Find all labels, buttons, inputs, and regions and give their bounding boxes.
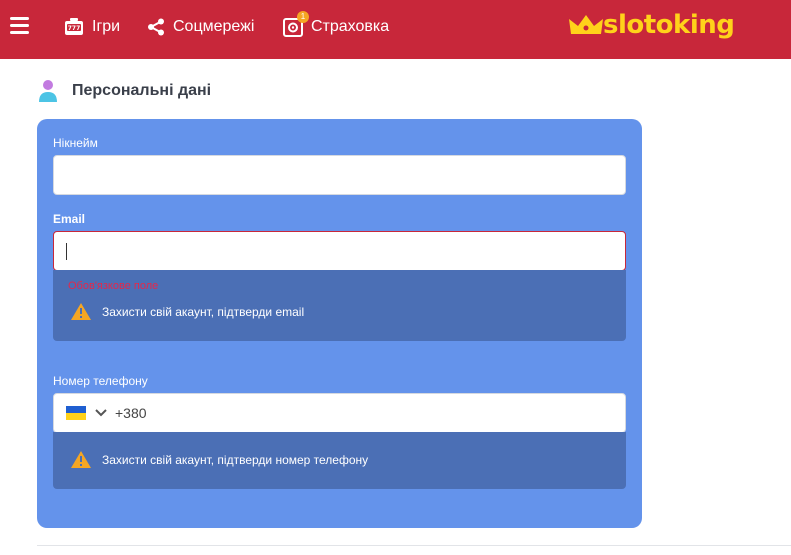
nav-insurance[interactable]: 1 Страховка xyxy=(283,0,389,53)
text-caret xyxy=(66,243,67,260)
warning-icon xyxy=(71,303,91,320)
user-icon xyxy=(39,80,57,102)
divider xyxy=(37,545,791,546)
phone-warning-text: Захисти свій акаунт, підтверди номер тел… xyxy=(102,452,369,467)
menu-icon[interactable] xyxy=(10,17,29,34)
chevron-down-icon[interactable] xyxy=(95,409,107,417)
phone-label: Номер телефону xyxy=(53,374,148,388)
nav-insurance-label: Страховка xyxy=(311,17,390,35)
phone-value: +380 xyxy=(115,405,147,421)
section-title: Персональні дані xyxy=(72,82,212,99)
crown-icon xyxy=(569,15,603,34)
share-icon xyxy=(148,18,164,35)
svg-text:777: 777 xyxy=(68,25,81,32)
email-input[interactable] xyxy=(53,231,626,271)
email-error: Обов'язкове поле xyxy=(68,280,159,292)
phone-verify-panel: Захисти свій акаунт, підтверди номер тел… xyxy=(53,432,626,489)
insurance-badge: 1 xyxy=(297,10,309,23)
warning-icon xyxy=(71,451,91,468)
email-label: Email xyxy=(53,212,86,226)
nav-social[interactable]: Соцмережі xyxy=(147,0,254,53)
ukraine-flag-icon[interactable] xyxy=(66,406,86,420)
nav-games[interactable]: 777 Ігри xyxy=(64,0,120,53)
email-warning-text: Захисти свій акаунт, підтверди email xyxy=(102,304,305,319)
phone-warning[interactable]: Захисти свій акаунт, підтверди номер тел… xyxy=(71,451,368,468)
section-header: Персональні дані xyxy=(38,79,211,103)
slot-machine-icon: 777 xyxy=(65,17,83,35)
nickname-input[interactable] xyxy=(53,155,626,195)
nickname-label: Нікнейм xyxy=(53,136,98,150)
top-bar: 777 Ігри Соцмережі 1 Страховка slotoking xyxy=(0,0,791,59)
phone-input[interactable]: +380 xyxy=(53,393,626,433)
logo-text: slotoking xyxy=(603,10,735,40)
email-verify-panel: Обов'язкове поле Захисти свій акаунт, пі… xyxy=(53,270,626,341)
logo[interactable]: slotoking xyxy=(569,8,735,42)
safe-icon: 1 xyxy=(283,10,309,37)
nav-games-label: Ігри xyxy=(92,17,121,35)
email-warning[interactable]: Захисти свій акаунт, підтверди email xyxy=(71,303,304,320)
nav-social-label: Соцмережі xyxy=(173,17,255,35)
